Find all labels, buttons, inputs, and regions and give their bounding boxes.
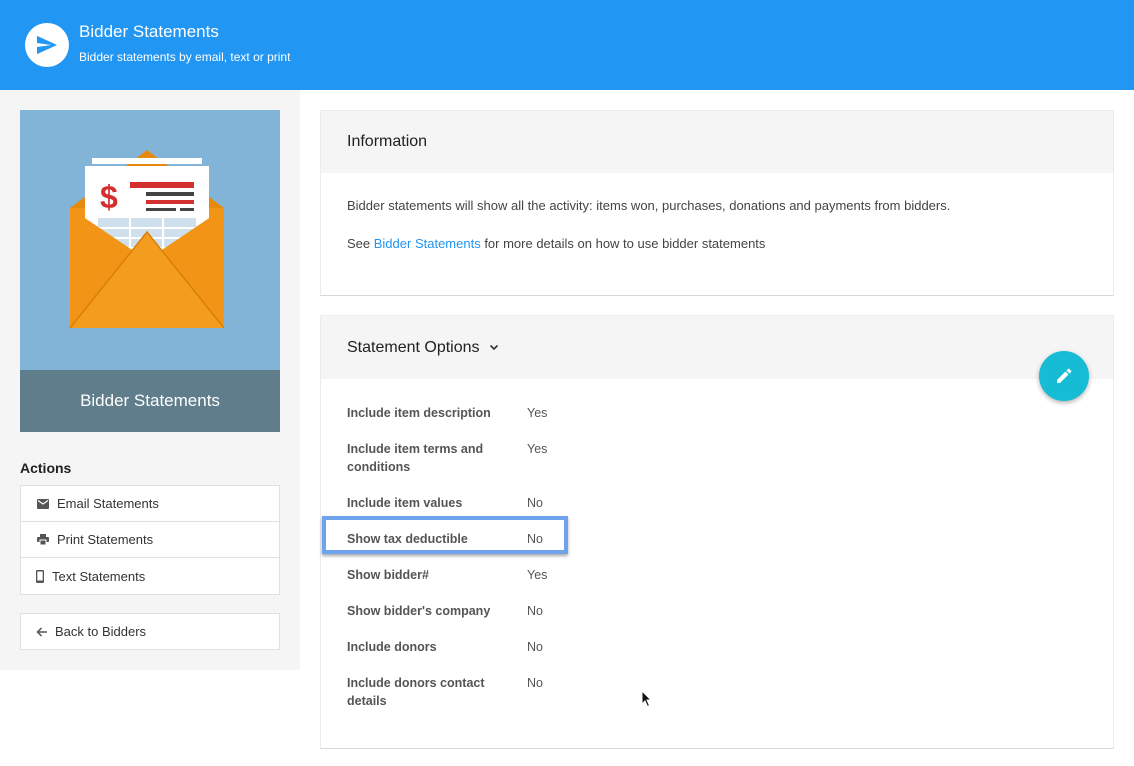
- back-label: Back to Bidders: [55, 624, 147, 639]
- page-title: Bidder Statements: [79, 22, 219, 41]
- arrow-left-icon: [36, 626, 48, 637]
- option-value: Yes: [527, 568, 548, 582]
- information-title: Information: [321, 111, 1113, 173]
- action-label: Email Statements: [57, 496, 159, 511]
- option-label: Include item values: [347, 496, 463, 510]
- text-statements-button[interactable]: Text Statements: [21, 558, 279, 594]
- option-label: Include donors: [347, 640, 437, 654]
- option-value: Yes: [527, 442, 548, 456]
- svg-text:$: $: [100, 179, 118, 215]
- print-icon: [36, 533, 50, 547]
- option-value: No: [527, 640, 543, 654]
- send-icon: [25, 23, 69, 67]
- action-label: Print Statements: [57, 532, 154, 547]
- pencil-icon: [1057, 368, 1072, 383]
- hero-caption: Bidder Statements: [20, 370, 280, 432]
- back-to-bidders-button[interactable]: Back to Bidders: [20, 613, 280, 650]
- information-card: Information Bidder statements will show …: [320, 110, 1114, 296]
- sidebar: $ Bidder Statements Actions Email Statem…: [0, 90, 300, 670]
- app-header: Bidder Statements Bidder statements by e…: [0, 0, 1134, 90]
- option-value: Yes: [527, 406, 548, 420]
- option-label: Include item description: [347, 406, 491, 420]
- option-value: No: [527, 604, 543, 618]
- actions-heading: Actions: [20, 460, 72, 476]
- bidder-statements-link[interactable]: Bidder Statements: [374, 236, 481, 251]
- page-subtitle: Bidder statements by email, text or prin…: [79, 50, 291, 64]
- hero-card: $ Bidder Statements: [20, 110, 280, 432]
- option-value: No: [527, 676, 543, 690]
- option-value: No: [527, 496, 543, 510]
- action-label: Text Statements: [52, 568, 146, 584]
- information-link-line: See Bidder Statements for more details o…: [347, 237, 1087, 251]
- envelope-statement-illustration: $: [20, 110, 280, 370]
- statement-options-title: Statement Options: [347, 338, 480, 356]
- print-statements-button[interactable]: Print Statements: [21, 522, 279, 558]
- option-label: Include item terms and conditions: [347, 442, 484, 474]
- link-suffix: for more details on how to use bidder st…: [480, 236, 766, 251]
- phone-icon: [36, 569, 44, 583]
- highlight-box: [322, 516, 568, 554]
- chevron-down-icon[interactable]: [489, 344, 499, 351]
- option-label: Show bidder#: [347, 568, 429, 582]
- option-label: Include donors contact details: [347, 676, 485, 708]
- mouse-cursor-icon: [641, 689, 653, 713]
- email-icon: [36, 497, 50, 511]
- actions-list: Email Statements Print Statements Text S…: [20, 485, 280, 595]
- edit-button[interactable]: [1039, 351, 1089, 401]
- option-label: Show bidder's company: [347, 604, 491, 618]
- information-body: Bidder statements will show all the acti…: [321, 173, 1113, 301]
- email-statements-button[interactable]: Email Statements: [21, 486, 279, 522]
- statement-options-header[interactable]: Statement Options: [321, 316, 1113, 379]
- information-text: Bidder statements will show all the acti…: [347, 198, 951, 213]
- link-prefix: See: [347, 236, 374, 251]
